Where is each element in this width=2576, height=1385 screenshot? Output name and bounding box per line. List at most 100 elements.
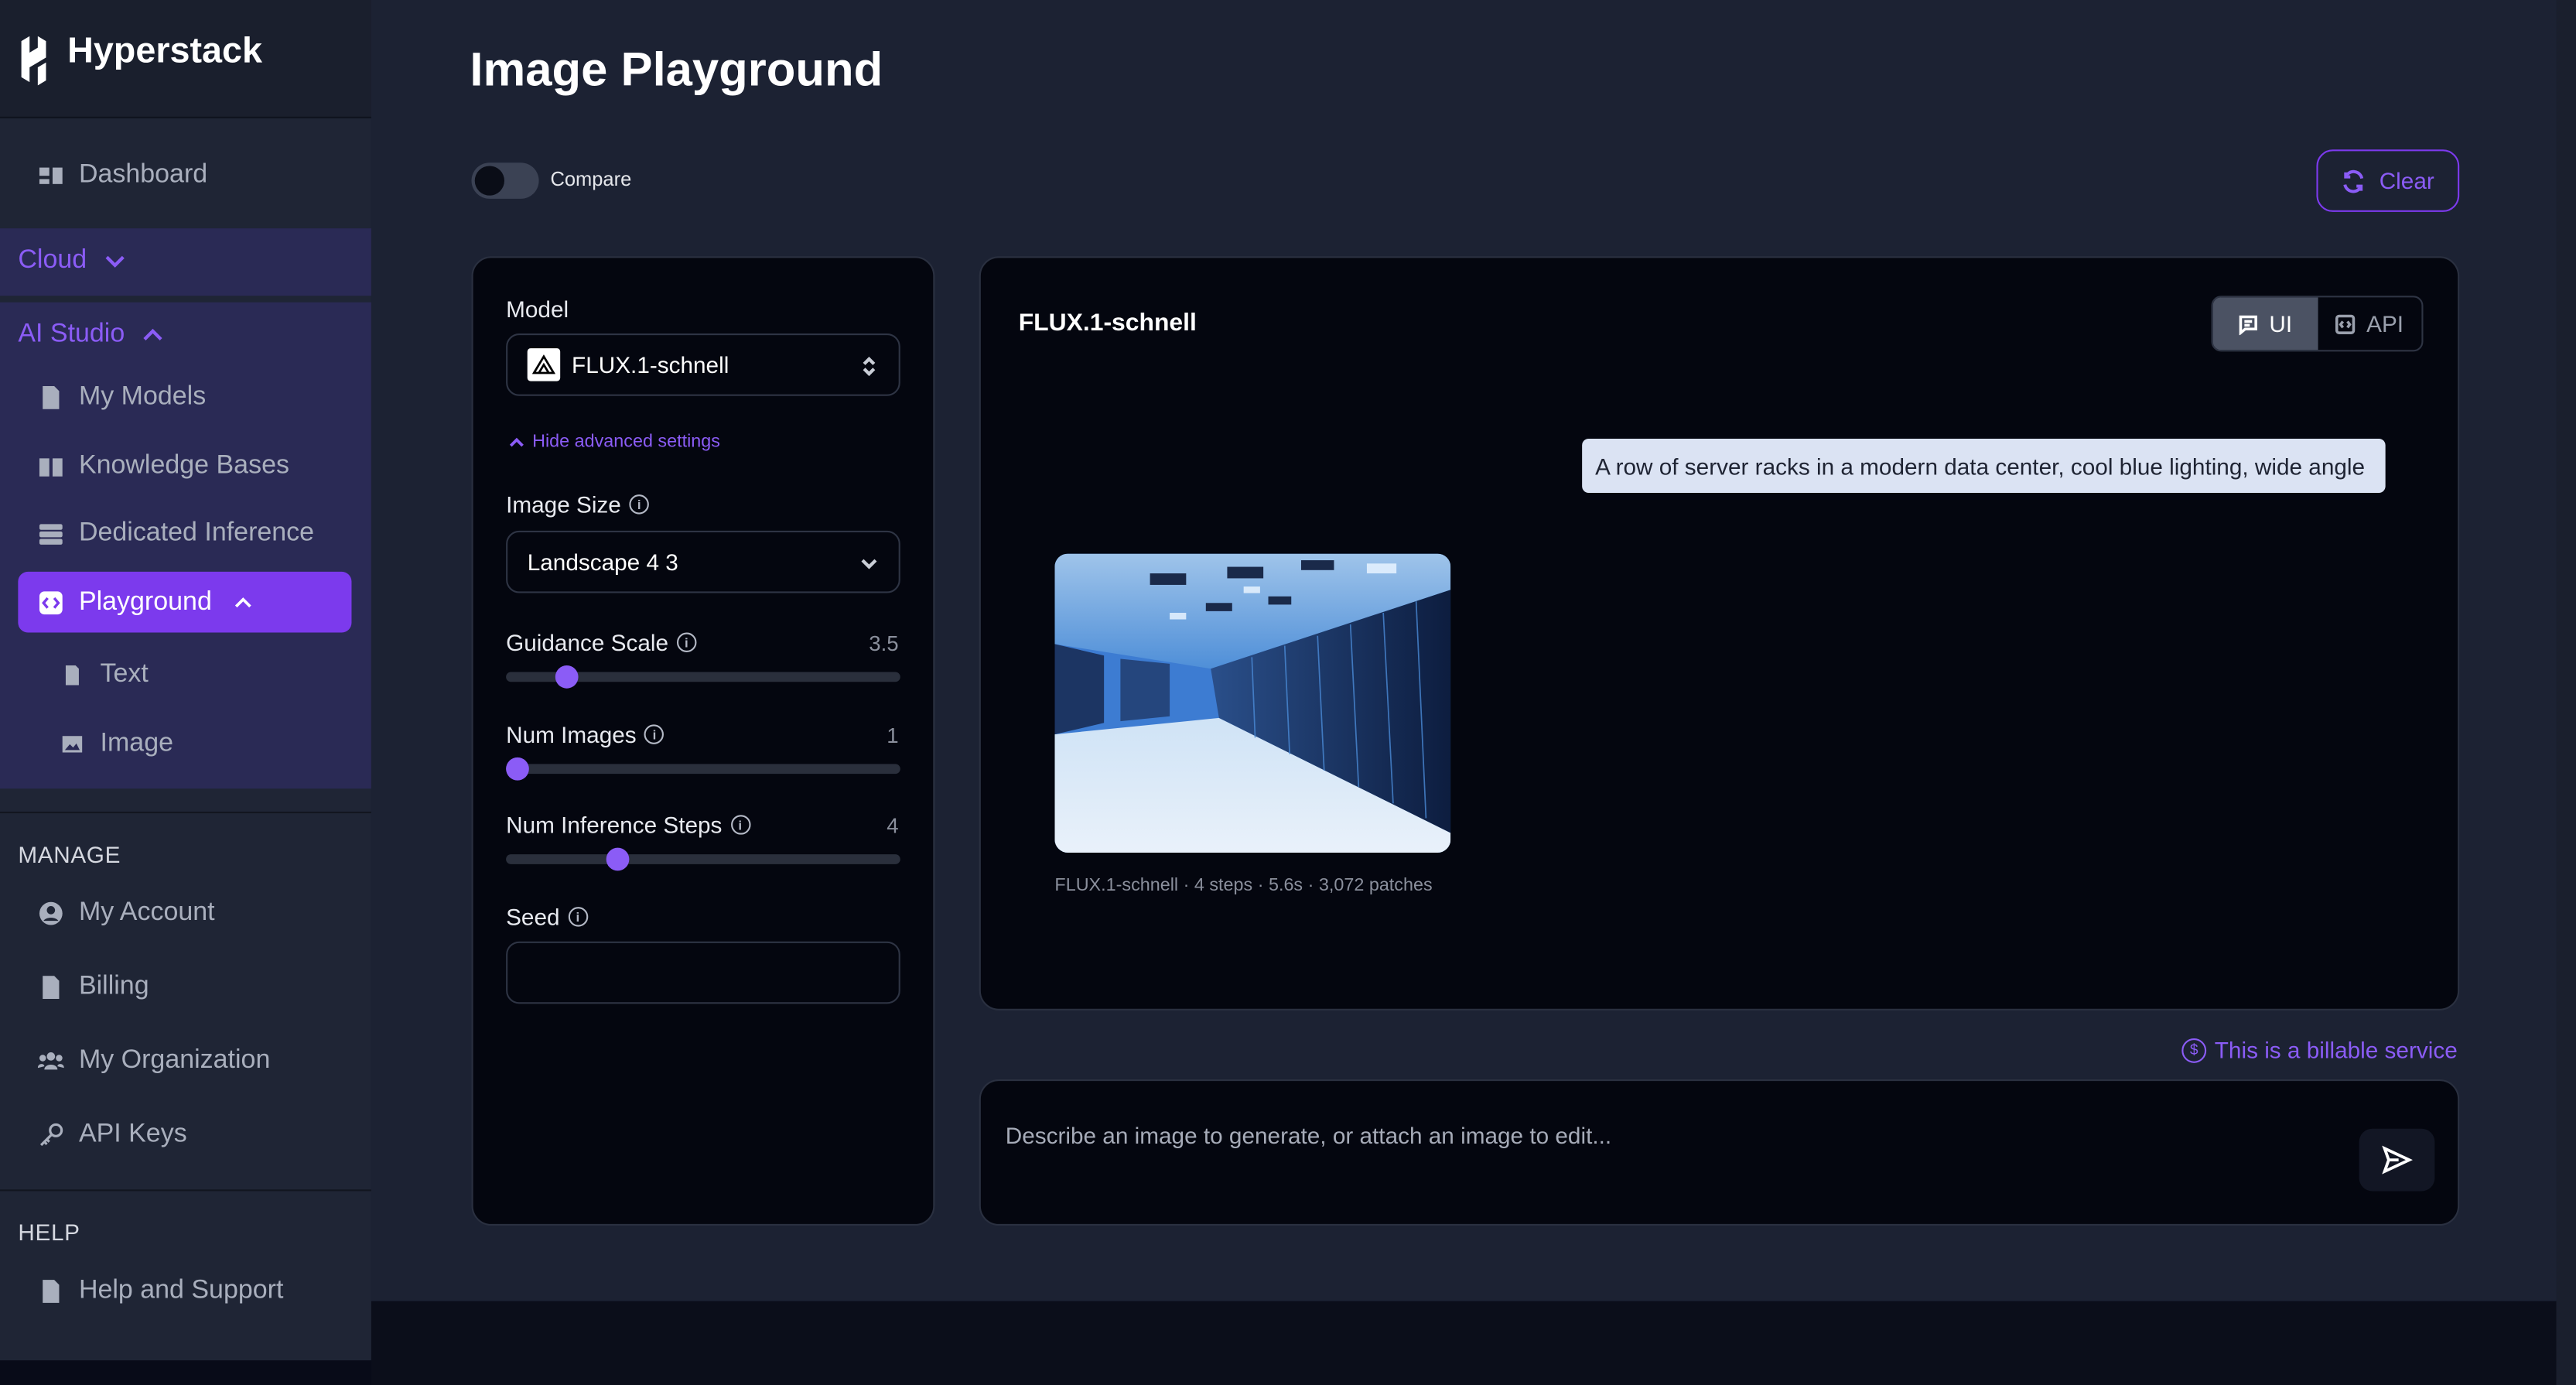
server-room-image [1054, 553, 1451, 853]
slider-thumb[interactable] [606, 847, 630, 871]
sidebar-subitem-label: Text [100, 660, 149, 689]
sidebar-subitem-image[interactable]: Image [61, 730, 173, 759]
image-size-label-text: Image Size [506, 491, 621, 518]
info-icon[interactable]: i [676, 632, 697, 652]
slider-thumb[interactable] [555, 665, 579, 689]
num-inference-steps-label-text: Num Inference Steps [506, 811, 723, 838]
sidebar-item-my-organization[interactable]: My Organization [18, 1030, 351, 1091]
compare-label: Compare [550, 167, 632, 191]
page-footer-band [371, 1301, 2576, 1385]
mode-ui-button[interactable]: UI [2212, 297, 2318, 351]
send-button[interactable] [2359, 1128, 2435, 1192]
code-square-icon [2335, 313, 2356, 333]
mode-api-button[interactable]: API [2318, 297, 2422, 350]
brand-name[interactable]: Hyperstack [67, 29, 262, 72]
help-heading: HELP [18, 1219, 80, 1246]
cloud-section-toggle[interactable]: Cloud [18, 247, 126, 276]
toggle-knob [474, 166, 504, 196]
info-icon[interactable]: i [568, 907, 588, 927]
ai-studio-section-toggle[interactable]: AI Studio [18, 320, 164, 350]
seed-input[interactable] [506, 941, 900, 1004]
sidebar-item-label: My Organization [78, 1045, 271, 1074]
billable-notice: $ This is a billable service [2181, 1036, 2458, 1063]
sidebar-item-label: Dedicated Inference [78, 518, 315, 547]
flux-model-icon [527, 348, 561, 381]
info-icon[interactable]: i [644, 724, 664, 744]
num-inference-steps-slider[interactable] [506, 847, 900, 871]
sidebar-item-knowledge-bases[interactable]: Knowledge Bases [18, 436, 351, 497]
chat-panel: FLUX.1-schnell UI API A row of server ra… [979, 256, 2460, 1011]
info-icon[interactable]: i [629, 494, 649, 515]
book-icon [38, 453, 64, 479]
model-select-value: FLUX.1-schnell [572, 351, 729, 378]
image-size-select[interactable]: Landscape 4 3 [506, 530, 900, 593]
sidebar-item-billing[interactable]: Billing [18, 956, 351, 1017]
sidebar-subitem-text[interactable]: Text [61, 661, 149, 690]
user-prompt-bubble: A row of server racks in a modern data c… [1582, 438, 2386, 494]
sidebar-item-playground[interactable]: Playground [18, 571, 352, 633]
image-size-label: Image Size i [506, 491, 649, 518]
num-images-value: 1 [887, 723, 899, 748]
guidance-scale-value: 3.5 [869, 631, 899, 656]
manage-heading: MANAGE [18, 841, 121, 868]
sidebar-item-dedicated-inference[interactable]: Dedicated Inference [18, 503, 351, 564]
logo-bar: Hyperstack [0, 0, 371, 118]
sidebar: Hyperstack Dashboard Cloud AI Studio My … [0, 0, 371, 1361]
chat-model-title: FLUX.1-schnell [1018, 309, 1197, 337]
user-circle-icon [38, 900, 64, 926]
slider-thumb[interactable] [506, 757, 530, 781]
hyperstack-logo-icon [21, 36, 46, 86]
image-meta: FLUX.1-schnell · 4 steps · 5.6s · 3,072 … [1054, 875, 1433, 896]
sidebar-item-label: Billing [78, 971, 149, 1000]
sidebar-item-dashboard[interactable]: Dashboard [18, 145, 351, 206]
ai-studio-section-label: AI Studio [18, 320, 125, 349]
sidebar-subitem-label: Image [100, 729, 173, 757]
chevron-up-icon [509, 436, 524, 446]
refresh-icon [2343, 169, 2364, 193]
chevron-down-icon [105, 255, 125, 268]
num-inference-steps-label: Num Inference Steps i [506, 812, 750, 838]
image-size-select-value: Landscape 4 3 [527, 549, 678, 576]
document-icon [65, 665, 79, 686]
sidebar-item-my-models[interactable]: My Models [18, 367, 351, 428]
dashboard-icon [38, 162, 64, 188]
page-title: Image Playground [470, 44, 883, 97]
app-root: Hyperstack Dashboard Cloud AI Studio My … [0, 0, 2576, 1385]
image-icon [62, 736, 83, 753]
prompt-input[interactable] [1005, 1122, 2320, 1149]
guidance-scale-slider[interactable] [506, 665, 900, 689]
guidance-scale-label-text: Guidance Scale [506, 629, 669, 656]
sidebar-item-label: Dashboard [78, 160, 208, 189]
generated-image[interactable] [1054, 553, 1451, 853]
num-inference-steps-value: 4 [887, 813, 899, 838]
advanced-settings-toggle[interactable]: Hide advanced settings [509, 432, 720, 452]
clear-button[interactable]: Clear [2316, 149, 2460, 212]
scrollbar-track[interactable] [2556, 0, 2576, 1385]
sidebar-item-label: API Keys [78, 1120, 187, 1148]
compare-toggle[interactable] [471, 162, 539, 199]
model-file-icon [38, 384, 64, 410]
billable-notice-text: This is a billable service [2214, 1036, 2458, 1063]
prompt-composer [979, 1079, 2460, 1226]
sidebar-item-api-keys[interactable]: API Keys [18, 1104, 351, 1165]
mode-ui-label: UI [2269, 310, 2293, 337]
num-images-label: Num Images i [506, 721, 664, 747]
chevron-up-icon [143, 328, 162, 340]
chevron-up-down-icon [859, 355, 879, 377]
sidebar-item-label: My Models [78, 381, 207, 410]
send-icon [2382, 1145, 2413, 1175]
document-icon [38, 1277, 64, 1304]
cloud-section-label: Cloud [18, 246, 87, 275]
sidebar-item-my-account[interactable]: My Account [18, 882, 351, 943]
sidebar-item-label: Playground [78, 587, 212, 616]
model-select[interactable]: FLUX.1-schnell [506, 333, 900, 396]
sidebar-item-help-and-support[interactable]: Help and Support [18, 1260, 351, 1322]
num-images-slider[interactable] [506, 757, 900, 781]
num-images-label-text: Num Images [506, 721, 637, 748]
info-icon[interactable]: i [730, 815, 750, 835]
clear-button-label: Clear [2379, 167, 2434, 194]
sidebar-divider [0, 811, 371, 814]
model-label-text: Model [506, 296, 569, 323]
mode-api-label: API [2366, 310, 2404, 337]
mode-switch: UI API [2211, 296, 2424, 352]
